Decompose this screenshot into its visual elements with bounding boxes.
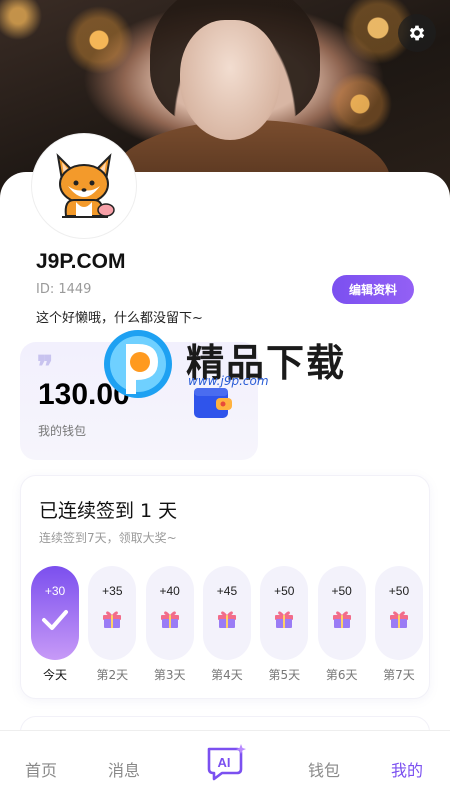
signin-title: 已连续签到 1 天 [39,500,178,522]
signin-day-label: 第7天 [383,668,415,682]
signin-day-label: 第5天 [268,668,301,682]
user-bio: 这个好懒哦，什么都没留下~ [36,311,203,326]
gift-icon [389,611,408,628]
signin-day-pill[interactable]: +40 [145,566,194,660]
signin-day[interactable]: +35 第2天 [88,566,137,683]
username: J9P.COM [36,250,126,273]
signin-day-pill[interactable]: +50 [374,566,423,660]
signin-day-pill[interactable]: +50 [317,566,366,660]
signin-points: +40 [159,584,180,598]
signin-day-label: 第2天 [96,668,129,682]
check-icon [42,610,68,630]
signin-day[interactable]: +40 第3天 [145,566,194,683]
signin-day-label: 第6天 [325,668,358,682]
gear-icon [409,25,425,41]
settings-button[interactable] [398,14,436,52]
tab-mine[interactable]: 我的 [391,757,423,781]
wallet-card[interactable]: ❞ 130.00 我的钱包 [20,342,258,460]
signin-day-label: 第3天 [153,668,186,682]
signin-points: +50 [274,584,295,598]
tab-home[interactable]: 首页 [25,757,57,781]
fox-avatar-icon [56,153,115,218]
avatar[interactable] [32,134,136,238]
signin-day[interactable]: +50 第7天 [374,566,423,683]
gift-icon [275,611,294,628]
ai-chat-icon: AI [207,744,246,781]
signin-day-label: 第4天 [211,668,243,682]
signin-day-label: 今天 [42,668,67,682]
signin-points: +50 [388,584,410,598]
bottom-tab-bar: 首页 消息 AI 钱包 我的 [0,730,450,800]
signin-day[interactable]: +30 今天 [31,566,79,683]
signin-days: +30 今天 +35 第2天 +40 第3天 +45 第4天 +50 第5天 +… [31,566,423,683]
signin-day-pill[interactable]: +50 [260,566,309,660]
signin-day[interactable]: +50 第6天 [317,566,366,683]
daily-signin-card: 已连续签到 1 天 连续签到7天，领取大奖~ +30 今天 +35 第2天 +4… [20,475,430,699]
gift-icon [160,611,179,628]
edit-profile-button[interactable]: 编辑资料 [332,275,414,304]
gift-icon [217,611,236,628]
ai-label: AI [218,755,231,770]
signin-day[interactable]: +50 第5天 [260,566,309,683]
signin-day-pill[interactable]: +45 [202,566,251,660]
user-id: ID: 1449 [36,282,92,297]
signin-day-pill[interactable]: +35 [88,566,137,660]
tab-wallet[interactable]: 钱包 [308,757,340,781]
signin-points: +45 [216,584,238,598]
signin-day-pill[interactable]: +30 [31,566,79,660]
tab-messages[interactable]: 消息 [108,757,140,781]
wallet-balance: 130.00 [38,378,130,411]
wallet-icon [194,388,232,418]
ai-chat-button[interactable]: AI [204,743,248,783]
signin-points: +30 [44,584,66,598]
signin-points: +35 [102,584,123,598]
signin-day[interactable]: +45 第4天 [202,566,251,683]
signin-points: +50 [331,584,352,598]
gift-icon [332,611,351,628]
wallet-label: 我的钱包 [38,424,87,438]
signin-subtitle: 连续签到7天，领取大奖~ [39,531,177,545]
gift-icon [103,611,122,628]
